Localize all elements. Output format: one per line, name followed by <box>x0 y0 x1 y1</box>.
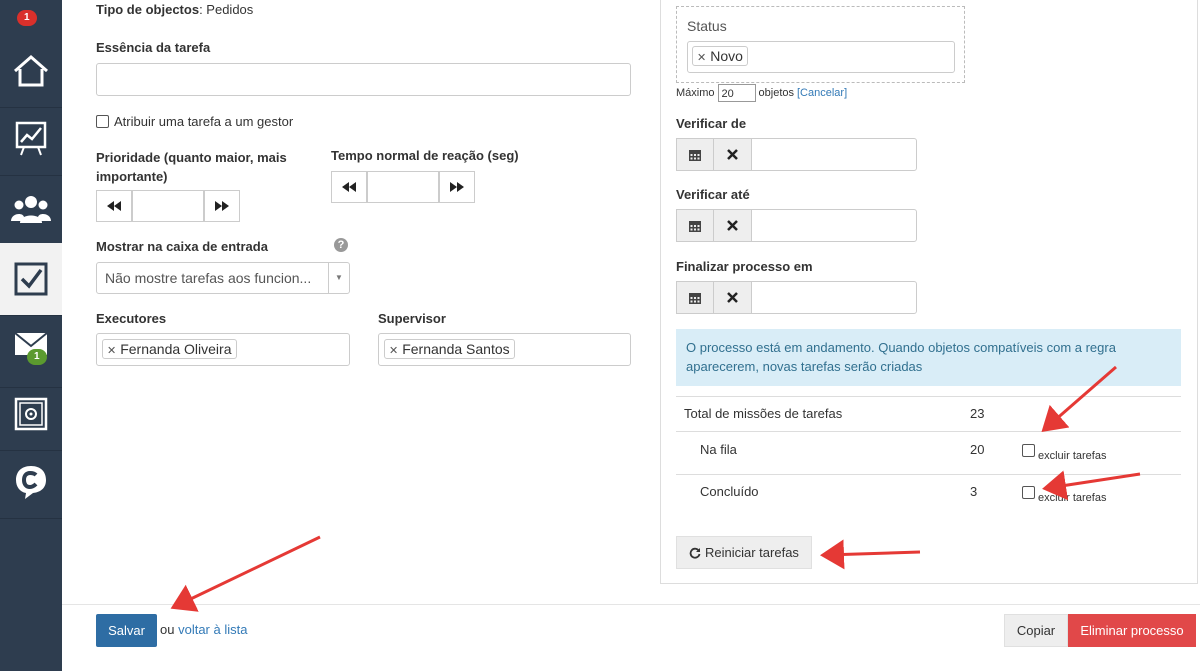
done-exclude-checkbox[interactable] <box>1022 486 1035 499</box>
sidebar-item-home[interactable] <box>0 35 62 108</box>
finish-process-label: Finalizar processo em <box>676 259 813 274</box>
priority-decrease-button[interactable] <box>96 190 132 222</box>
mail-badge: 1 <box>27 349 47 365</box>
status-label: Status <box>687 18 727 34</box>
tasks-checkbox-icon <box>14 262 48 296</box>
process-info-alert: O processo está em andamento. Quando obj… <box>676 329 1181 386</box>
save-button[interactable]: Salvar <box>96 614 157 647</box>
remove-tag-icon[interactable]: ✕ <box>389 345 398 357</box>
help-icon[interactable]: ? <box>334 238 348 252</box>
verify-until-calendar-button[interactable] <box>676 209 714 242</box>
assign-manager-row: Atribuir uma tarefa a um gestor <box>96 114 293 129</box>
close-icon <box>727 149 738 160</box>
calendar-icon <box>689 220 701 232</box>
finish-calendar-button[interactable] <box>676 281 714 314</box>
object-type-row: Tipo de objectos: Pedidos <box>96 2 254 17</box>
back-row: ou voltar à lista <box>160 622 248 637</box>
double-left-icon <box>107 201 121 211</box>
verify-from-label: Verificar de <box>676 116 747 131</box>
sidebar-item-chat[interactable] <box>0 446 62 519</box>
safe-icon <box>14 397 48 431</box>
calendar-icon <box>689 292 701 304</box>
chevron-down-icon: ▼ <box>328 263 349 293</box>
sidebar-item-users[interactable] <box>0 173 62 246</box>
max-objects-row: Máximo 20 objetos [Cancelar] <box>676 84 847 102</box>
queue-exclude-checkbox[interactable] <box>1022 444 1035 457</box>
calendar-icon <box>689 149 701 161</box>
total-missions-label: Total de missões de tarefas <box>684 406 843 421</box>
supervisor-label: Supervisor <box>378 311 446 326</box>
arrow-to-save <box>170 535 321 612</box>
status-input[interactable]: ✕ Novo <box>687 41 955 73</box>
double-right-icon <box>450 182 464 192</box>
executors-input[interactable]: ✕ Fernanda Oliveira <box>96 333 350 366</box>
reaction-decrease-button[interactable] <box>331 171 367 203</box>
sidebar-item-safe[interactable] <box>0 378 62 451</box>
remove-tag-icon[interactable]: ✕ <box>107 345 116 357</box>
close-icon <box>727 292 738 303</box>
task-essence-input[interactable] <box>96 63 631 96</box>
double-left-icon <box>342 182 356 192</box>
done-exclude-row: excluir tarefas <box>1022 486 1106 504</box>
done-exclude-label: excluir tarefas <box>1038 492 1107 504</box>
close-icon <box>727 220 738 231</box>
sidebar: 1 1 <box>0 0 62 671</box>
inbox-select[interactable]: Não mostre tarefas aos funcion... ▼ <box>96 262 350 294</box>
priority-increase-button[interactable] <box>204 190 240 222</box>
sidebar-item-tasks[interactable] <box>0 243 62 316</box>
object-type-value: Pedidos <box>206 2 254 17</box>
done-label: Concluído <box>700 484 759 499</box>
chart-icon <box>15 121 47 156</box>
queue-value: 20 <box>970 442 985 457</box>
verify-until-input[interactable] <box>751 209 917 242</box>
queue-label: Na fila <box>700 442 737 457</box>
done-value: 3 <box>970 484 978 499</box>
restart-tasks-button[interactable]: Reiniciar tarefas <box>676 536 812 569</box>
object-type-label: Tipo de objectos <box>96 2 200 17</box>
double-right-icon <box>215 201 229 211</box>
stats-table <box>676 396 1181 397</box>
max-objects-input[interactable]: 20 <box>717 84 756 102</box>
task-essence-label: Essência da tarefa <box>96 40 211 55</box>
verify-from-clear-button[interactable] <box>713 138 752 171</box>
status-filter-box: Status ✕ Novo <box>676 6 965 83</box>
priority-input[interactable] <box>132 190 204 222</box>
status-tag[interactable]: ✕ Novo <box>692 46 748 66</box>
home-icon <box>14 55 48 87</box>
back-to-list-link[interactable]: voltar à lista <box>178 622 247 637</box>
copy-button[interactable]: Copiar <box>1004 614 1068 647</box>
cancel-link[interactable]: [Cancelar] <box>797 87 847 99</box>
sidebar-item-reports[interactable] <box>0 103 62 176</box>
verify-from-calendar-button[interactable] <box>676 138 714 171</box>
notification-badge: 1 <box>17 10 37 26</box>
executors-label: Executores <box>96 311 167 326</box>
refresh-icon <box>689 547 701 559</box>
inbox-label: Mostrar na caixa de entrada <box>96 239 268 254</box>
delete-process-button[interactable]: Eliminar processo <box>1068 614 1196 647</box>
total-missions-value: 23 <box>970 406 985 421</box>
executor-tag[interactable]: ✕ Fernanda Oliveira <box>102 339 237 359</box>
users-icon <box>11 196 51 223</box>
priority-label: Prioridade (quanto maior, mais important… <box>96 150 287 184</box>
chat-c-icon <box>16 466 46 499</box>
verify-until-clear-button[interactable] <box>713 209 752 242</box>
supervisor-input[interactable]: ✕ Fernanda Santos <box>378 333 631 366</box>
remove-tag-icon[interactable]: ✕ <box>697 52 706 64</box>
finish-clear-button[interactable] <box>713 281 752 314</box>
verify-until-label: Verificar até <box>676 187 750 202</box>
supervisor-tag[interactable]: ✕ Fernanda Santos <box>384 339 515 359</box>
reaction-increase-button[interactable] <box>439 171 475 203</box>
assign-manager-checkbox[interactable] <box>96 115 109 128</box>
finish-process-input[interactable] <box>751 281 917 314</box>
reaction-time-input[interactable] <box>367 171 439 203</box>
assign-manager-label: Atribuir uma tarefa a um gestor <box>114 114 294 129</box>
queue-exclude-label: excluir tarefas <box>1038 450 1107 462</box>
verify-from-input[interactable] <box>751 138 917 171</box>
reaction-time-label: Tempo normal de reação (seg) <box>331 148 519 163</box>
footer-divider <box>62 604 1200 605</box>
queue-exclude-row: excluir tarefas <box>1022 444 1106 462</box>
